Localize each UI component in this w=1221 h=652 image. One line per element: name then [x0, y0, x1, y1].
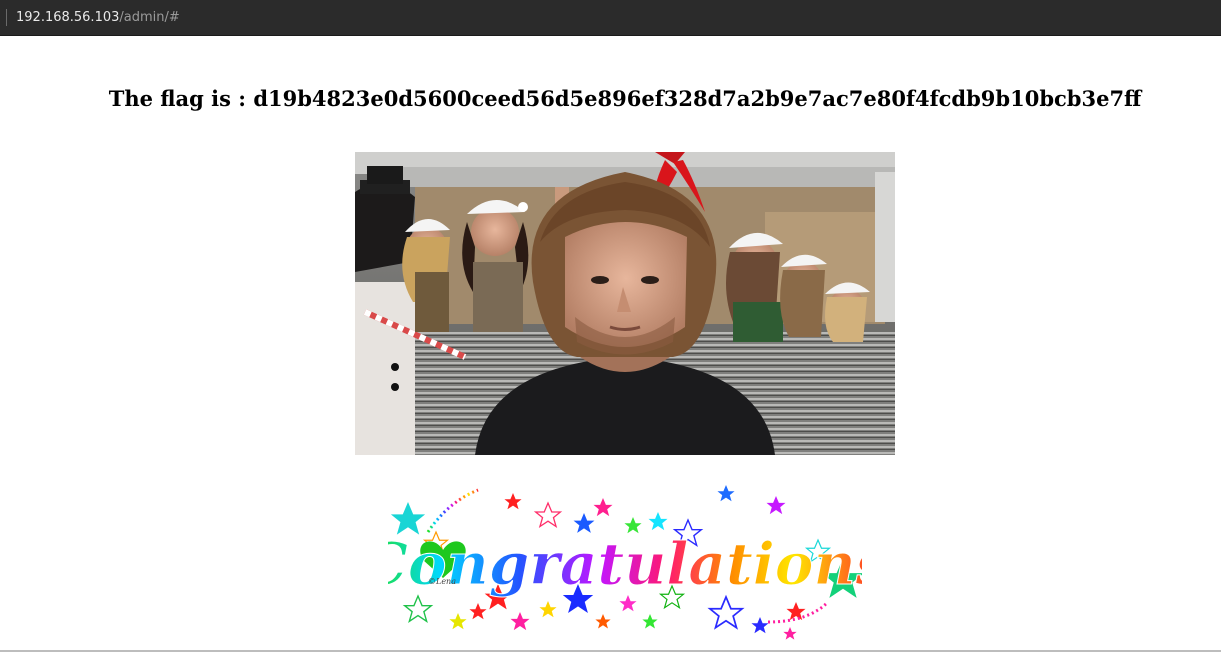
celebration-gif-illustration — [355, 152, 895, 455]
address-bar-divider — [6, 9, 7, 26]
url-field[interactable]: 192.168.56.103/admin/# — [16, 9, 180, 26]
url-path: /admin/# — [119, 10, 180, 25]
address-bar[interactable]: 192.168.56.103/admin/# — [0, 0, 1221, 36]
congratulations-illustration: Congratulations ©Lena — [361, 485, 889, 640]
page-content: The flag is : d19b4823e0d5600ceed56d5e89… — [0, 36, 1221, 650]
celebration-gif — [355, 152, 895, 455]
congratulations-text: Congratulations — [388, 530, 862, 598]
congratulations-banner: Congratulations ©Lena — [361, 472, 889, 642]
url-host: 192.168.56.103 — [16, 10, 120, 25]
congrats-signature: ©Lena — [428, 577, 456, 586]
flag-heading: The flag is : d19b4823e0d5600ceed56d5e89… — [108, 86, 1142, 111]
